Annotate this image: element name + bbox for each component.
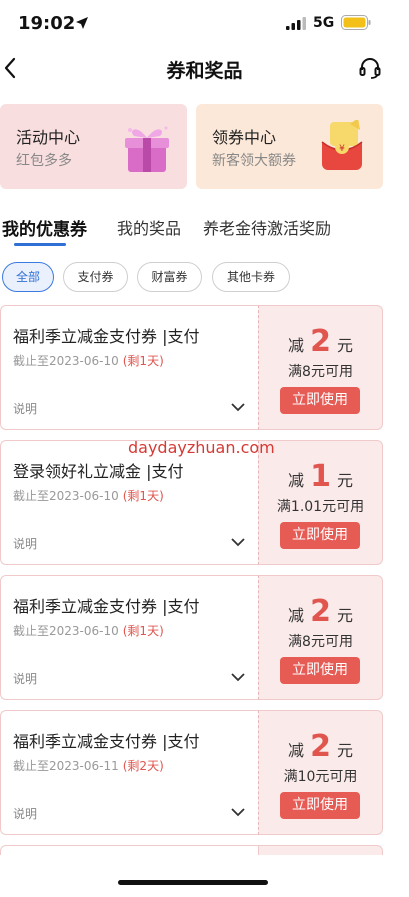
coupon-description-toggle[interactable]: 说明	[13, 535, 37, 552]
coupon-amount: 减2元	[288, 729, 353, 764]
chevron-down-icon[interactable]	[230, 536, 246, 548]
coupon-amount: 减2元	[288, 324, 353, 359]
filter-payment[interactable]: 支付券	[63, 262, 128, 292]
coupon-condition: 满8元可用	[288, 634, 353, 650]
nav-bar: 券和奖品	[0, 50, 409, 90]
coupon-amount-panel: 减2元 满8元可用 立即使用	[258, 575, 383, 700]
coupon-info: 福利季立减金支付券 |支付 截止至2023-06-10 (剩1天) 说明	[0, 575, 258, 700]
signal-icon	[286, 17, 306, 30]
coupon-title: 福利季立减金支付券 |支付	[13, 732, 200, 751]
tab-my-prizes[interactable]: 我的奖品	[117, 215, 181, 239]
filter-other-cards[interactable]: 其他卡券	[212, 262, 290, 292]
red-packet-icon: ¥	[321, 120, 363, 170]
coupon-expiry: 截止至2023-06-10 (剩1天)	[13, 489, 164, 503]
activity-center-card[interactable]: 活动中心 红包多多	[0, 104, 187, 189]
bottom-safe-area	[0, 855, 409, 897]
use-now-button[interactable]: 立即使用	[280, 522, 360, 549]
home-indicator[interactable]	[118, 880, 268, 885]
coupon-remaining: (剩2天)	[122, 759, 164, 773]
battery-icon	[341, 15, 371, 30]
coupon-info: 福利季立减金支付券 |支付 截止至2023-06-11 (剩2天) 说明	[0, 710, 258, 835]
coupon-description-toggle[interactable]: 说明	[13, 670, 37, 687]
tab-indicator	[14, 243, 66, 246]
coupon-title: 福利季立减金支付券 |支付	[13, 327, 200, 346]
headset-icon[interactable]	[359, 57, 381, 79]
location-arrow-icon	[76, 17, 88, 29]
coupon-expiry: 截止至2023-06-10 (剩1天)	[13, 354, 164, 368]
coupon-remaining: (剩1天)	[122, 489, 164, 503]
filter-all[interactable]: 全部	[2, 262, 54, 292]
coupon-center-card[interactable]: 领券中心 新客领大额券 ¥	[196, 104, 383, 189]
coupon-card: 登录领好礼立减金 |支付 截止至2023-06-10 (剩1天) 说明 减1元 满…	[0, 440, 383, 565]
coupon-description-toggle[interactable]: 说明	[13, 805, 37, 822]
activity-center-subtitle: 红包多多	[16, 153, 72, 169]
chevron-down-icon[interactable]	[230, 806, 246, 818]
watermark-text: daydayzhuan.com	[128, 438, 275, 457]
coupon-center-title: 领券中心	[212, 128, 277, 147]
coupon-amount-panel: 减2元 满8元可用 立即使用	[258, 305, 383, 430]
coupon-remaining: (剩1天)	[122, 354, 164, 368]
chevron-down-icon[interactable]	[230, 671, 246, 683]
coupon-amount: 减1元	[288, 459, 353, 494]
page-title: 券和奖品	[166, 60, 243, 82]
coupon-condition: 满1.01元可用	[276, 499, 365, 515]
coupon-remaining: (剩1天)	[122, 624, 164, 638]
chevron-down-icon[interactable]	[230, 401, 246, 413]
use-now-button[interactable]: 立即使用	[280, 792, 360, 819]
coupon-condition: 满10元可用	[283, 769, 358, 785]
coupon-info: 登录领好礼立减金 |支付 截止至2023-06-10 (剩1天) 说明	[0, 440, 258, 565]
coupon-info: 福利季立减金支付券 |支付 截止至2023-06-10 (剩1天) 说明	[0, 305, 258, 430]
coupon-amount: 减2元	[288, 594, 353, 629]
filter-wealth[interactable]: 财富券	[137, 262, 202, 292]
coupon-condition: 满8元可用	[288, 364, 353, 380]
coupon-card: 福利季立减金支付券 |支付 截止至2023-06-10 (剩1天) 说明 减2元 …	[0, 305, 383, 430]
coupon-title: 福利季立减金支付券 |支付	[13, 597, 200, 616]
status-bar: 19:02 5G	[0, 0, 409, 50]
activity-center-title: 活动中心	[16, 128, 81, 147]
coupon-expiry: 截止至2023-06-11 (剩2天)	[13, 759, 164, 773]
tab-my-coupons[interactable]: 我的优惠券	[2, 215, 87, 240]
coupon-amount-panel: 减2元 满10元可用 立即使用	[258, 710, 383, 835]
svg-text:¥: ¥	[339, 144, 345, 154]
network-label: 5G	[313, 15, 335, 31]
coupon-amount-panel: 减1元 满1.01元可用 立即使用	[258, 440, 383, 565]
gift-box-icon	[125, 126, 169, 172]
coupon-description-toggle[interactable]: 说明	[13, 400, 37, 417]
coupon-card: 福利季立减金支付券 |支付 截止至2023-06-10 (剩1天) 说明 减2元 …	[0, 575, 383, 700]
tab-pension-rewards[interactable]: 养老金待激活奖励	[203, 215, 331, 239]
use-now-button[interactable]: 立即使用	[280, 657, 360, 684]
use-now-button[interactable]: 立即使用	[280, 387, 360, 414]
coupon-title: 登录领好礼立减金 |支付	[13, 462, 184, 481]
coupon-card: 福利季立减金支付券 |支付 截止至2023-06-11 (剩2天) 说明 减2元 …	[0, 710, 383, 835]
status-time: 19:02	[18, 13, 76, 34]
coupon-center-subtitle: 新客领大额券	[212, 153, 296, 169]
coupon-expiry: 截止至2023-06-10 (剩1天)	[13, 624, 164, 638]
